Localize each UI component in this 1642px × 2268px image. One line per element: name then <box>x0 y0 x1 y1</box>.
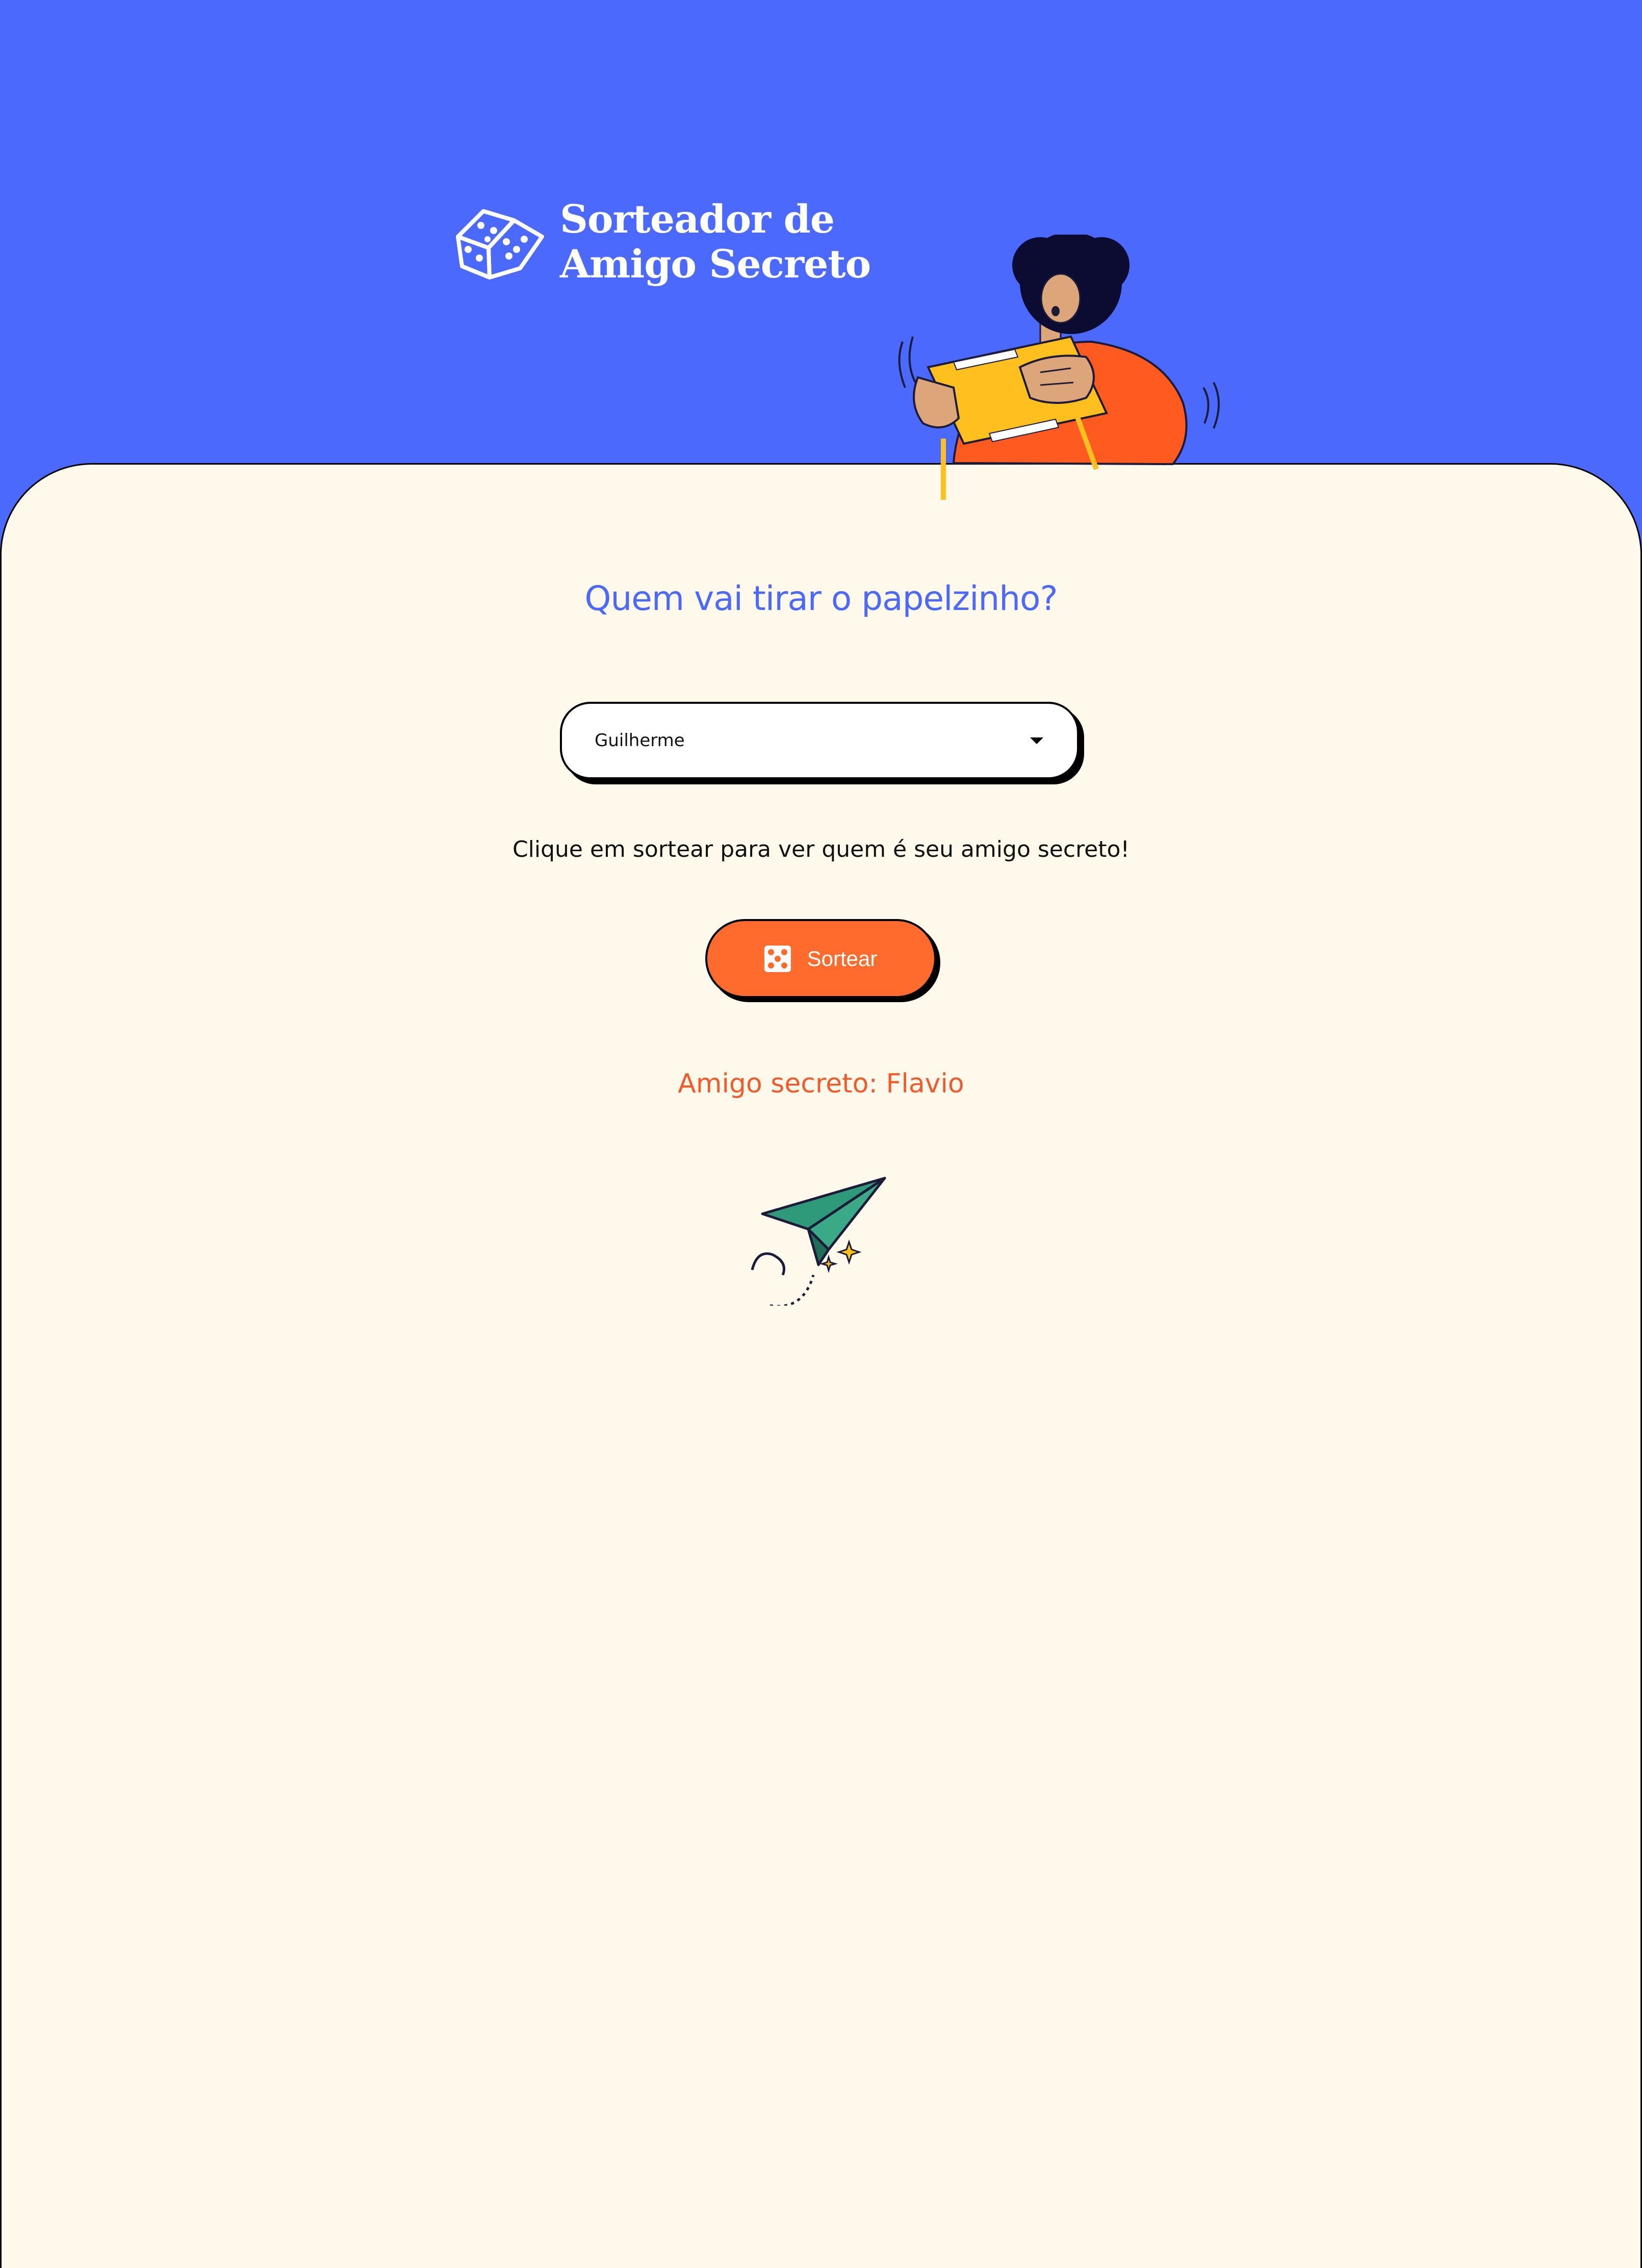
person-shaking-gift-box-illustration <box>898 235 1220 500</box>
paper-plane-icon <box>751 1177 886 1306</box>
logo-text: Sorteador de Amigo Secreto <box>560 196 871 287</box>
dice-icon <box>764 945 791 972</box>
draw-hint-text: Clique em sortear para ver quem é seu am… <box>512 836 1130 862</box>
logo-line-2: Amigo Secreto <box>560 241 871 287</box>
dice-icon <box>456 209 544 279</box>
chevron-down-icon <box>1030 737 1043 744</box>
logo: Sorteador de Amigo Secreto <box>453 196 871 288</box>
page-title: Quem vai tirar o papelzinho? <box>584 579 1058 618</box>
logo-line-1: Sorteador de <box>560 196 835 242</box>
result-text: Amigo secreto: Flavio <box>678 1068 964 1099</box>
draw-button[interactable]: Sortear <box>705 919 936 998</box>
participant-select-value: Guilherme <box>595 730 685 751</box>
participant-select[interactable]: Guilherme <box>560 702 1079 779</box>
header: Sorteador de Amigo Secreto <box>0 0 1642 510</box>
draw-button-label: Sortear <box>807 946 878 971</box>
